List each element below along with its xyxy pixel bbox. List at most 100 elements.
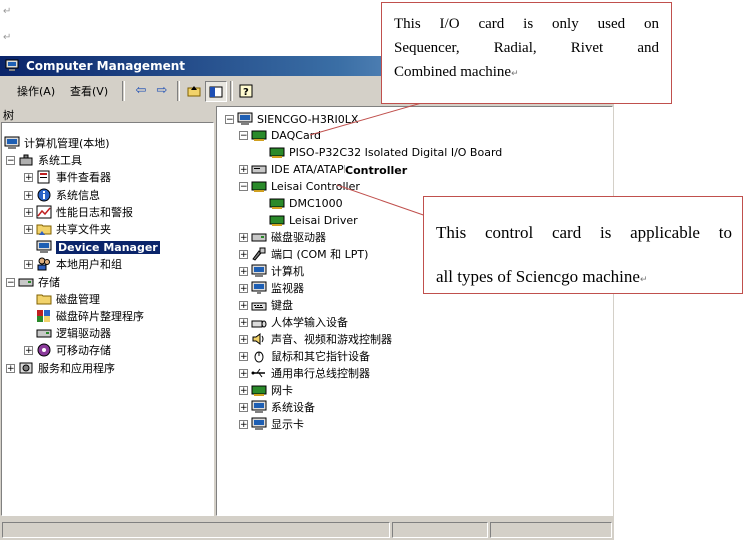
tree-node-root[interactable]: 计算机管理(本地) (4, 135, 110, 151)
device-node-piso[interactable]: PISO-P32C32 Isolated Digital I/O Board (269, 144, 502, 160)
tree-label: 网卡 (271, 384, 293, 397)
collapse-toggle[interactable]: − (6, 277, 15, 287)
device-node-ports[interactable]: + 端口 (COM 和 LPT) (239, 246, 368, 262)
tree-label: 系统工具 (38, 154, 82, 167)
device-node-computer[interactable]: − SIENCGO-H3RI0LX (225, 111, 358, 127)
expand-toggle[interactable]: + (24, 172, 33, 182)
expand-toggle[interactable]: + (239, 402, 248, 412)
expand-toggle[interactable]: + (24, 345, 33, 355)
usb-icon (251, 368, 265, 378)
device-node-dmc1000[interactable]: DMC1000 (269, 195, 343, 211)
expand-toggle[interactable]: + (239, 232, 248, 242)
tree-label: 磁盘管理 (56, 293, 100, 306)
menu-action[interactable]: 操作(A) (17, 83, 55, 99)
expand-toggle[interactable]: + (239, 164, 248, 174)
tree-tab-label[interactable]: 树 (3, 107, 14, 123)
tree-node-device-manager[interactable]: Device Manager (36, 239, 160, 255)
tree-label-selected: Device Manager (56, 240, 160, 254)
folder-icon (36, 294, 52, 305)
tree-node-logical-drives[interactable]: 逻辑驱动器 (36, 325, 111, 341)
device-node-monitors[interactable]: + 监视器 (239, 280, 304, 296)
expand-toggle[interactable]: + (239, 317, 248, 327)
tree-node-services-apps[interactable]: + 服务和应用程序 (6, 360, 115, 376)
expand-toggle[interactable]: + (239, 351, 248, 361)
expand-toggle[interactable]: + (239, 368, 248, 378)
tree-node-storage[interactable]: − 存储 (6, 274, 60, 290)
tree-node-event-viewer[interactable]: + 事件查看器 (24, 169, 111, 185)
tree-label: 共享文件夹 (56, 223, 111, 236)
system-device-icon (251, 400, 267, 413)
card-icon (269, 147, 285, 158)
device-node-usb[interactable]: + 通用串行总线控制器 (239, 365, 370, 381)
keyboard-icon (251, 302, 267, 311)
callout-control-card: This control card is applicable to all t… (423, 196, 743, 294)
help-icon[interactable]: ? (236, 81, 256, 100)
chart-icon (36, 205, 52, 219)
tree-node-disk-management[interactable]: 磁盘管理 (36, 291, 100, 307)
status-cell (2, 522, 390, 538)
disk-drive-icon (251, 233, 267, 242)
tree-pane[interactable]: 计算机管理(本地) − 系统工具 + 事件查看器 + 系统信息 + 性能日志和警… (1, 122, 214, 516)
tree-label: 本地用户和组 (56, 258, 122, 271)
device-node-display[interactable]: + 显示卡 (239, 416, 304, 432)
collapse-toggle[interactable]: − (239, 130, 248, 140)
ide-controller-icon (251, 165, 267, 174)
expand-toggle[interactable]: + (6, 363, 15, 373)
device-node-mouse[interactable]: + 鼠标和其它指针设备 (239, 348, 370, 364)
forward-arrow-icon[interactable]: ⇨ (152, 81, 172, 100)
drive-icon (36, 329, 52, 338)
expand-toggle[interactable]: + (239, 334, 248, 344)
device-node-network[interactable]: + 网卡 (239, 382, 293, 398)
expand-toggle[interactable]: + (239, 385, 248, 395)
device-node-ide[interactable]: + IDE ATA/ATAPI (239, 161, 347, 177)
paragraph-mark: ↵ (639, 274, 648, 284)
tree-node-removable-storage[interactable]: + 可移动存储 (24, 342, 111, 358)
back-arrow-icon[interactable]: ⇦ (131, 81, 151, 100)
tree-node-system-tools[interactable]: − 系统工具 (6, 152, 82, 168)
device-node-system-devices[interactable]: + 系统设备 (239, 399, 315, 415)
device-node-daqcard[interactable]: − DAQCard (239, 127, 321, 143)
menu-view[interactable]: 查看(V) (70, 83, 108, 99)
toolbar-separator (177, 81, 180, 101)
tree-label: IDE ATA/ATAPI (271, 162, 347, 176)
tree-label: DMC1000 (289, 196, 343, 210)
show-hide-tree-icon[interactable] (205, 81, 227, 102)
tree-label: Leisai Controller (271, 179, 360, 193)
collapse-toggle[interactable]: − (225, 114, 234, 124)
device-node-computer-cat[interactable]: + 计算机 (239, 263, 304, 279)
expand-toggle[interactable]: + (24, 224, 33, 234)
tree-node-perf-logs[interactable]: + 性能日志和警报 (24, 204, 133, 220)
expand-toggle[interactable]: + (239, 419, 248, 429)
collapse-toggle[interactable]: − (6, 155, 15, 165)
tools-icon (19, 154, 33, 166)
expand-toggle[interactable]: + (239, 249, 248, 259)
tree-node-local-users[interactable]: + 本地用户和组 (24, 256, 122, 272)
device-pane[interactable]: − SIENCGO-H3RI0LX − DAQCard PISO-P32C32 … (216, 106, 613, 516)
expand-toggle[interactable]: + (239, 283, 248, 293)
expand-toggle[interactable]: + (239, 300, 248, 310)
device-node-keyboard[interactable]: + 键盘 (239, 297, 293, 313)
card-icon (269, 215, 285, 226)
storage-icon (18, 278, 34, 287)
expand-toggle[interactable]: + (24, 190, 33, 200)
expand-toggle[interactable]: + (239, 266, 248, 276)
device-node-leisai[interactable]: − Leisai Controller (239, 178, 360, 194)
mouse-icon (254, 351, 264, 363)
card-icon (269, 198, 285, 209)
device-node-disk-drives[interactable]: + 磁盘驱动器 (239, 229, 326, 245)
up-level-icon[interactable] (184, 81, 204, 100)
tree-node-disk-defrag[interactable]: 磁盘碎片整理程序 (36, 308, 144, 324)
tree-label: 可移动存储 (56, 344, 111, 357)
tree-label: 人体学输入设备 (271, 316, 348, 329)
collapse-toggle[interactable]: − (239, 181, 248, 191)
device-node-sound[interactable]: + 声音、视频和游戏控制器 (239, 331, 392, 347)
device-node-hid[interactable]: + 人体学输入设备 (239, 314, 348, 330)
tree-label: 计算机 (271, 265, 304, 278)
removable-storage-icon (37, 343, 51, 357)
window-title: Computer Management (26, 59, 185, 73)
expand-toggle[interactable]: + (24, 207, 33, 217)
tree-node-system-info[interactable]: + 系统信息 (24, 187, 100, 203)
expand-toggle[interactable]: + (24, 259, 33, 269)
tree-node-shared-folders[interactable]: + 共享文件夹 (24, 221, 111, 237)
device-node-leisai-driver[interactable]: Leisai Driver (269, 212, 358, 228)
